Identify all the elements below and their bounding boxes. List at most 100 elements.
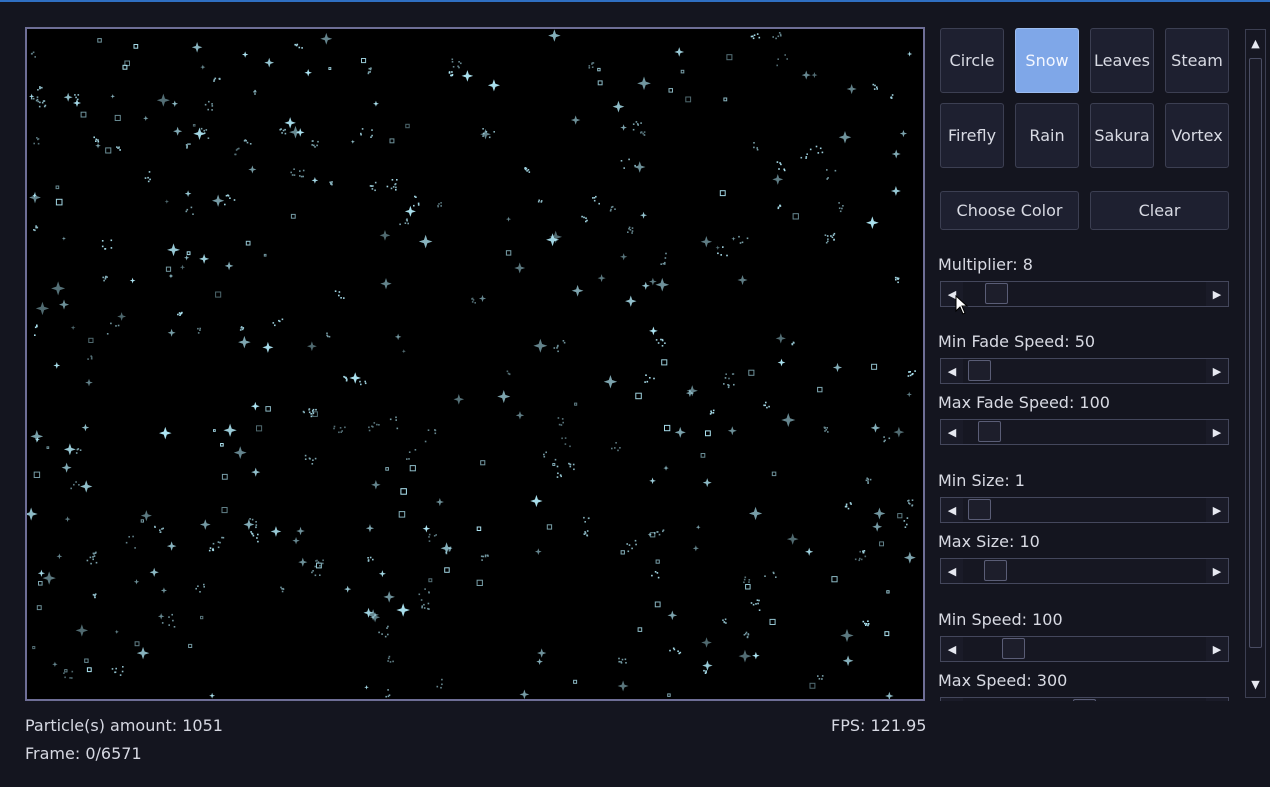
snow-particle xyxy=(556,465,562,478)
choose-color-button[interactable]: Choose Color xyxy=(940,191,1079,230)
preset-rain-button[interactable]: Rain xyxy=(1015,103,1079,168)
multiplier-slider[interactable]: ◀ ▶ xyxy=(940,281,1229,307)
panel-scrollbar[interactable]: ▲ ▼ xyxy=(1245,29,1266,698)
left-arrow-icon[interactable]: ◀ xyxy=(941,282,963,306)
snow-particle xyxy=(597,80,603,86)
slider-track[interactable] xyxy=(963,637,1206,661)
snow-particle xyxy=(380,278,392,290)
min-fade-speed-slider[interactable]: ◀ ▶ xyxy=(940,358,1229,384)
snow-particle xyxy=(385,689,391,698)
snow-particle xyxy=(134,641,140,647)
preset-circle-button[interactable]: Circle xyxy=(940,28,1004,93)
slider-track[interactable] xyxy=(963,559,1206,583)
right-arrow-icon[interactable]: ▶ xyxy=(1206,359,1228,383)
snow-particle xyxy=(655,338,666,347)
snow-particle xyxy=(655,277,670,292)
snow-particle xyxy=(199,253,210,264)
right-arrow-icon[interactable]: ▶ xyxy=(1206,282,1228,306)
left-arrow-icon[interactable]: ◀ xyxy=(941,698,963,701)
left-arrow-icon[interactable]: ◀ xyxy=(941,498,963,522)
preset-firefly-button[interactable]: Firefly xyxy=(940,103,1004,168)
snow-particle xyxy=(133,44,139,49)
snow-particle xyxy=(776,54,788,67)
down-arrow-icon[interactable]: ▼ xyxy=(1246,671,1265,697)
snow-particle xyxy=(378,625,389,638)
slider-track[interactable] xyxy=(963,698,1206,701)
snow-particle xyxy=(731,236,736,241)
snow-particle xyxy=(37,569,46,577)
snow-particle xyxy=(311,570,321,577)
snow-particle xyxy=(872,521,883,532)
left-arrow-icon[interactable]: ◀ xyxy=(941,420,963,444)
left-arrow-icon[interactable]: ◀ xyxy=(941,637,963,661)
right-arrow-icon[interactable]: ▶ xyxy=(1206,498,1228,522)
snow-particle xyxy=(51,281,66,296)
slider-thumb[interactable] xyxy=(968,360,991,381)
slider-thumb[interactable] xyxy=(984,560,1007,581)
preset-steam-button[interactable]: Steam xyxy=(1165,28,1229,93)
scrollbar-thumb[interactable] xyxy=(1249,58,1262,648)
snow-particle xyxy=(667,693,671,697)
right-arrow-icon[interactable]: ▶ xyxy=(1206,637,1228,661)
snow-particle xyxy=(737,274,748,286)
snow-particle xyxy=(745,584,751,590)
snow-particle xyxy=(626,539,637,553)
snow-particle xyxy=(422,524,431,533)
max-speed-slider[interactable]: ◀ ▶ xyxy=(940,697,1229,701)
snow-particle xyxy=(886,590,890,594)
snow-particle xyxy=(200,615,204,620)
snow-particle xyxy=(29,191,41,204)
slider-track[interactable] xyxy=(963,359,1206,383)
right-arrow-icon[interactable]: ▶ xyxy=(1206,698,1228,701)
right-arrow-icon[interactable]: ▶ xyxy=(1206,559,1228,583)
snow-particle xyxy=(548,29,561,42)
snow-particle xyxy=(307,341,317,352)
snow-particle xyxy=(195,583,205,593)
snow-particle xyxy=(561,437,571,448)
preset-leaves-button[interactable]: Leaves xyxy=(1090,28,1154,93)
snow-particle xyxy=(817,386,823,393)
snow-particle xyxy=(725,373,735,380)
preset-vortex-button[interactable]: Vortex xyxy=(1165,103,1229,168)
snow-particle xyxy=(448,71,454,77)
snow-particle xyxy=(543,451,557,461)
snow-particle xyxy=(84,658,89,663)
snow-particle xyxy=(617,680,629,692)
snow-particle xyxy=(295,128,305,137)
snow-particle xyxy=(809,145,824,154)
snow-particle xyxy=(72,98,82,108)
snow-particle xyxy=(30,51,36,58)
slider-track[interactable] xyxy=(963,498,1206,522)
min-speed-slider[interactable]: ◀ ▶ xyxy=(940,636,1229,662)
min-size-slider[interactable]: ◀ ▶ xyxy=(940,497,1229,523)
min-size-label: Min Size: 1 xyxy=(938,471,1025,490)
slider-thumb[interactable] xyxy=(1073,699,1096,701)
max-size-slider[interactable]: ◀ ▶ xyxy=(940,558,1229,584)
particle-canvas[interactable] xyxy=(25,27,925,701)
snow-particle xyxy=(270,526,282,537)
snow-particle xyxy=(34,324,38,336)
max-fade-speed-slider[interactable]: ◀ ▶ xyxy=(940,419,1229,445)
preset-snow-button[interactable]: Snow xyxy=(1015,28,1079,93)
slider-track[interactable] xyxy=(963,420,1206,444)
snow-particle xyxy=(862,620,870,627)
left-arrow-icon[interactable]: ◀ xyxy=(941,559,963,583)
snow-particle xyxy=(80,111,87,118)
snow-particle xyxy=(866,216,879,230)
slider-thumb[interactable] xyxy=(968,499,991,520)
left-arrow-icon[interactable]: ◀ xyxy=(941,359,963,383)
preset-sakura-button[interactable]: Sakura xyxy=(1090,103,1154,168)
snow-particle xyxy=(102,275,108,282)
snow-particle xyxy=(157,613,165,620)
right-arrow-icon[interactable]: ▶ xyxy=(1206,420,1228,444)
snow-particle xyxy=(92,551,97,555)
slider-thumb[interactable] xyxy=(985,283,1008,304)
snow-particle xyxy=(350,139,355,144)
slider-thumb[interactable] xyxy=(1002,638,1025,659)
slider-thumb[interactable] xyxy=(978,421,1001,442)
snow-particle xyxy=(212,536,225,550)
up-arrow-icon[interactable]: ▲ xyxy=(1246,30,1265,56)
clear-button[interactable]: Clear xyxy=(1090,191,1229,230)
slider-track[interactable] xyxy=(963,282,1206,306)
particle-field xyxy=(27,29,916,699)
